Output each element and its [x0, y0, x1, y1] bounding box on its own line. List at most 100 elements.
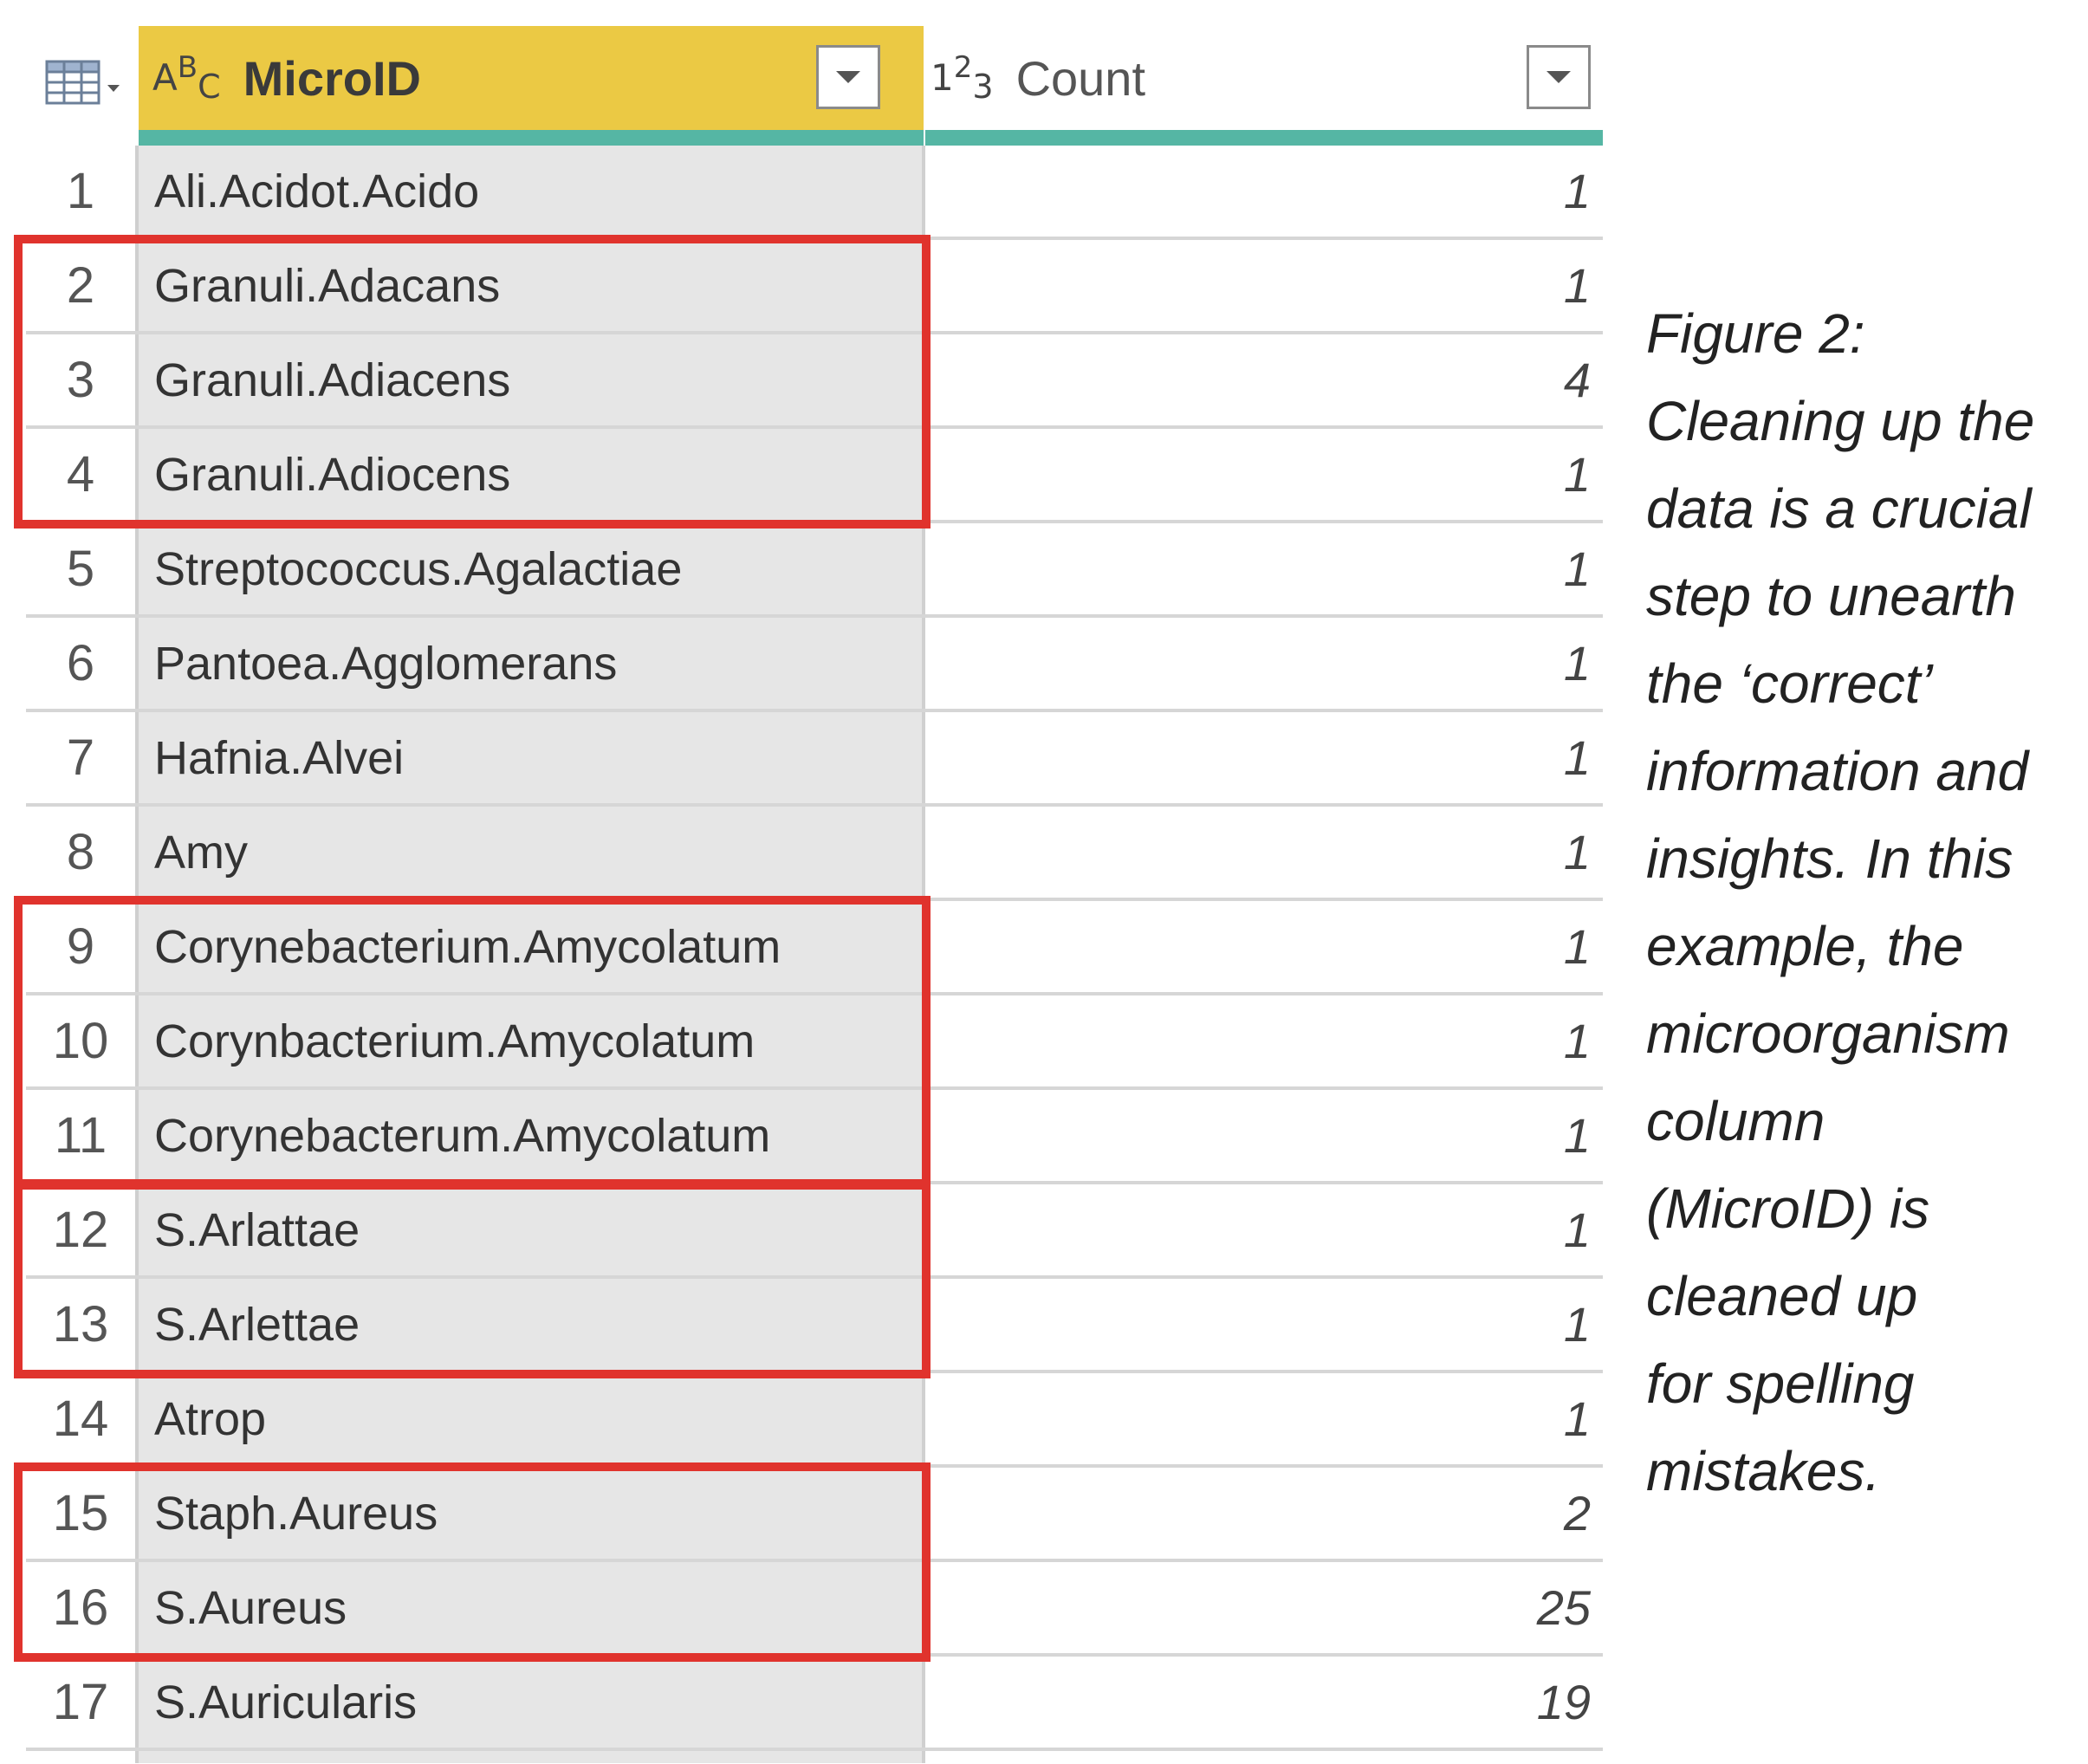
- column-filter-button-microid[interactable]: [816, 45, 880, 109]
- grid-body: 1 Ali.Acidot.Acido 1 2 Granuli.Adacans 1 3 Gran…: [26, 146, 1603, 1763]
- count-cell[interactable]: 1: [925, 523, 1603, 614]
- count-cell[interactable]: 1: [925, 901, 1603, 992]
- count-cell[interactable]: 1: [925, 429, 1603, 520]
- microid-cell[interactable]: Corynebacterum.Amycolatum: [139, 1090, 925, 1181]
- row-number: 1: [26, 146, 139, 237]
- count-cell[interactable]: 19: [925, 1657, 1603, 1748]
- count-cell[interactable]: 1: [925, 995, 1603, 1086]
- count-cell[interactable]: 2: [925, 1751, 1603, 1763]
- column-header-count[interactable]: 123 Count: [925, 26, 1603, 130]
- table-row[interactable]: 13 S.Arlettae 1: [26, 1279, 1603, 1373]
- table-row[interactable]: 2 Granuli.Adacans 1: [26, 240, 1603, 334]
- column-header-microid[interactable]: ABC MicroID: [139, 26, 924, 130]
- table-row[interactable]: 4 Granuli.Adiocens 1: [26, 429, 1603, 523]
- table-row[interactable]: 7 Hafnia.Alvei 1: [26, 712, 1603, 807]
- caption-line: data is a crucial: [1646, 477, 2032, 540]
- table-menu-button[interactable]: [26, 26, 139, 139]
- caption-line: the ‘correct’: [1646, 652, 1933, 715]
- count-cell[interactable]: 4: [925, 334, 1603, 425]
- caption-line: example, the: [1646, 915, 1964, 977]
- caption-line: insights. In this: [1646, 827, 2013, 890]
- caption-line: step to unearth: [1646, 565, 2016, 627]
- row-number: 8: [26, 807, 139, 898]
- microid-cell[interactable]: Ali.Acidot.Acido: [139, 146, 925, 237]
- table-row[interactable]: 5 Streptococcus.Agalactiae 1: [26, 523, 1603, 618]
- table-row[interactable]: 17 S.Auricularis 19: [26, 1657, 1603, 1751]
- column-filter-button-count[interactable]: [1527, 45, 1591, 109]
- grid-header: ABC MicroID 123 Count: [26, 26, 1603, 146]
- caption-line: Figure 2:: [1646, 302, 1865, 365]
- table-row[interactable]: 16 S.Aureus 25: [26, 1562, 1603, 1657]
- microid-cell[interactable]: Granuli.Adiacens: [139, 334, 925, 425]
- table-row[interactable]: 1 Ali.Acidot.Acido 1: [26, 146, 1603, 240]
- row-number: 14: [26, 1373, 139, 1464]
- table-row[interactable]: 8 Amy 1: [26, 807, 1603, 901]
- count-cell[interactable]: 1: [925, 1090, 1603, 1181]
- microid-cell[interactable]: Staph.Aureus: [139, 1468, 925, 1559]
- table-row[interactable]: 18S.Aurimaeoum2: [26, 1751, 1603, 1763]
- row-number: 15: [26, 1468, 139, 1559]
- microid-cell[interactable]: Pantoea.Agglomerans: [139, 618, 925, 709]
- table-row[interactable]: 11 Corynebacterum.Amycolatum 1: [26, 1090, 1603, 1184]
- abc-text-type-icon: ABC: [152, 50, 221, 106]
- column-header-label: MicroID: [243, 50, 421, 106]
- microid-cell[interactable]: Atrop: [139, 1373, 925, 1464]
- microid-cell[interactable]: Amy: [139, 807, 925, 898]
- data-grid: ABC MicroID 123 Count 1 Ali.Acidot.Acido 1…: [26, 26, 1603, 1763]
- microid-cell[interactable]: Corynebacterium.Amycolatum: [139, 901, 925, 992]
- caption-line: information and: [1646, 740, 2029, 802]
- count-cell[interactable]: 1: [925, 240, 1603, 331]
- 123-number-type-icon: 123: [931, 50, 994, 106]
- count-cell[interactable]: 1: [925, 712, 1603, 803]
- caption-line: mistakes.: [1646, 1440, 1881, 1502]
- count-cell[interactable]: 1: [925, 146, 1603, 237]
- microid-cell[interactable]: S.Aureus: [139, 1562, 925, 1653]
- table-row[interactable]: 6 Pantoea.Agglomerans 1: [26, 618, 1603, 712]
- column-quality-bar: [139, 130, 924, 146]
- caption-line: microorganism: [1646, 1002, 2010, 1065]
- count-cell[interactable]: 1: [925, 807, 1603, 898]
- row-number: 5: [26, 523, 139, 614]
- page: ABC MicroID 123 Count 1 Ali.Acidot.Acido 1…: [0, 0, 2088, 1764]
- count-cell[interactable]: 1: [925, 1279, 1603, 1370]
- row-number: 12: [26, 1184, 139, 1275]
- table-row[interactable]: 3 Granuli.Adiacens 4: [26, 334, 1603, 429]
- table-row[interactable]: 9 Corynebacterium.Amycolatum 1: [26, 901, 1603, 995]
- table-row[interactable]: 14 Atrop 1: [26, 1373, 1603, 1468]
- chevron-down-icon: [836, 71, 860, 83]
- count-cell[interactable]: 1: [925, 1373, 1603, 1464]
- table-row[interactable]: 15 Staph.Aureus 2: [26, 1468, 1603, 1562]
- microid-cell[interactable]: S.Auricularis: [139, 1657, 925, 1748]
- count-cell[interactable]: 1: [925, 1184, 1603, 1275]
- microid-cell[interactable]: S.Aurimaeoum: [139, 1751, 925, 1763]
- microid-cell[interactable]: S.Arlattae: [139, 1184, 925, 1275]
- microid-cell[interactable]: Streptococcus.Agalactiae: [139, 523, 925, 614]
- count-cell[interactable]: 25: [925, 1562, 1603, 1653]
- microid-cell[interactable]: S.Arlettae: [139, 1279, 925, 1370]
- row-number: 2: [26, 240, 139, 331]
- row-number: 3: [26, 334, 139, 425]
- row-number: 6: [26, 618, 139, 709]
- row-number: 7: [26, 712, 139, 803]
- row-number: 10: [26, 995, 139, 1086]
- row-number: 9: [26, 901, 139, 992]
- count-cell[interactable]: 2: [925, 1468, 1603, 1559]
- row-number: 13: [26, 1279, 139, 1370]
- microid-cell[interactable]: Corynbacterium.Amycolatum: [139, 995, 925, 1086]
- chevron-down-icon: [107, 85, 120, 92]
- row-number: 4: [26, 429, 139, 520]
- microid-cell[interactable]: Granuli.Adacans: [139, 240, 925, 331]
- column-quality-bar: [925, 130, 1603, 146]
- row-number: 16: [26, 1562, 139, 1653]
- figure-caption: Figure 2: Cleaning up the data is a crucia…: [1646, 290, 2079, 1515]
- row-number: 17: [26, 1657, 139, 1748]
- microid-cell[interactable]: Granuli.Adiocens: [139, 429, 925, 520]
- table-row[interactable]: 10 Corynbacterium.Amycolatum 1: [26, 995, 1603, 1090]
- row-number: 11: [26, 1090, 139, 1181]
- table-icon: [45, 60, 101, 105]
- count-cell[interactable]: 1: [925, 618, 1603, 709]
- caption-line: column: [1646, 1090, 1825, 1152]
- chevron-down-icon: [1547, 71, 1571, 83]
- microid-cell[interactable]: Hafnia.Alvei: [139, 712, 925, 803]
- table-row[interactable]: 12 S.Arlattae 1: [26, 1184, 1603, 1279]
